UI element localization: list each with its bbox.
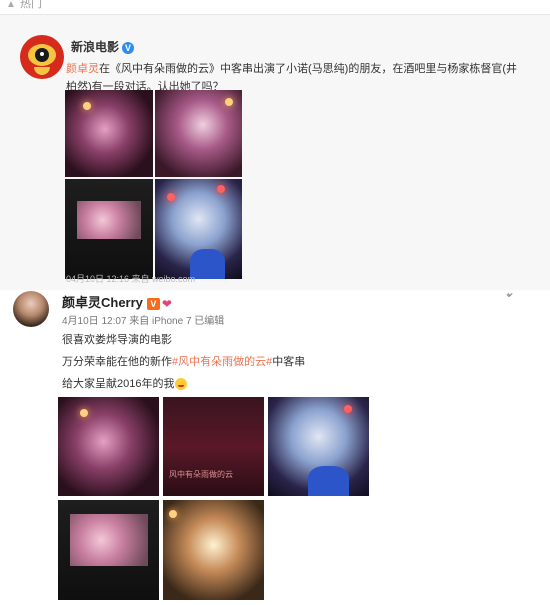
logo-beak: [34, 67, 50, 75]
post-photo-1[interactable]: [58, 397, 159, 496]
post-photo-2[interactable]: 风中有朵雨做的云: [163, 397, 264, 496]
blue-dress: [308, 466, 349, 496]
repost-body: 在《风中有朵雨做的云》中客串出演了小诺(马思纯)的朋友，在酒吧里与杨家栋督官(井…: [66, 63, 517, 93]
vip-icon: V: [146, 297, 160, 310]
author-name[interactable]: 颜卓灵Cherry: [62, 295, 143, 310]
post-line-2-a: 万分荣幸能在他的新作: [62, 356, 172, 368]
repost-author[interactable]: 新浪电影: [71, 40, 119, 54]
repost-photo-2[interactable]: [155, 90, 242, 177]
screen-image: [70, 514, 148, 566]
repost-meta[interactable]: 04月10日 12:16 来自 weibo.com: [66, 272, 195, 285]
screen-image: [77, 201, 141, 239]
heart-icon: ❤: [161, 296, 172, 311]
post-line-2: 万分荣幸能在他的新作#风中有朵雨做的云#中客串: [62, 353, 305, 369]
light-decoration: [80, 409, 88, 417]
post-line-3-text: 给大家呈献2016年的我: [62, 378, 175, 390]
post-line-2-b: 中客串: [272, 356, 306, 368]
author-row[interactable]: 颜卓灵Cherry V ❤: [62, 292, 176, 311]
sina-movie-avatar[interactable]: [20, 35, 64, 79]
mention-link[interactable]: 颜卓灵: [66, 63, 99, 75]
photo-caption-overlay: 风中有朵雨做的云: [169, 470, 233, 479]
light-decoration: [169, 510, 177, 518]
post-photo-3[interactable]: [268, 397, 369, 496]
light-decoration: [225, 98, 233, 106]
repost-photo-1[interactable]: [65, 90, 153, 177]
post-line-3: 给大家呈献2016年的我: [62, 375, 188, 391]
grin-emoji-icon: [175, 378, 188, 391]
post-line-1-text: 很喜欢娄烨导演的电影: [62, 334, 172, 346]
verified-v-icon: V: [122, 41, 135, 54]
avatar[interactable]: [13, 291, 49, 327]
repost-photo-4[interactable]: [155, 179, 242, 279]
light-decoration: [344, 405, 352, 413]
hashtag-link[interactable]: #风中有朵雨做的云#: [172, 356, 272, 368]
repost-author-row[interactable]: 新浪电影 V: [71, 38, 135, 55]
repost-card: 新浪电影 V 颜卓灵在《风中有朵雨做的云》中客串出演了小诺(马思纯)的朋友，在酒吧…: [0, 15, 550, 299]
logo-highlight: [40, 52, 44, 56]
light-decoration: [167, 193, 175, 201]
top-label: 热门: [20, 0, 42, 10]
repost-photo-3[interactable]: [65, 179, 153, 279]
post-photo-4[interactable]: [58, 500, 159, 600]
fire-icon: ▲: [6, 0, 16, 10]
top-bar: ▲ 热门: [0, 0, 550, 14]
light-decoration: [83, 102, 91, 110]
light-decoration: [217, 185, 225, 193]
post-line-1: 很喜欢娄烨导演的电影: [62, 331, 172, 347]
chevron-down-icon[interactable]: ⌄: [504, 286, 514, 300]
post-photo-5[interactable]: [163, 500, 264, 600]
post-meta[interactable]: 4月10日 12:07 来自 iPhone 7 已编辑: [62, 312, 224, 327]
